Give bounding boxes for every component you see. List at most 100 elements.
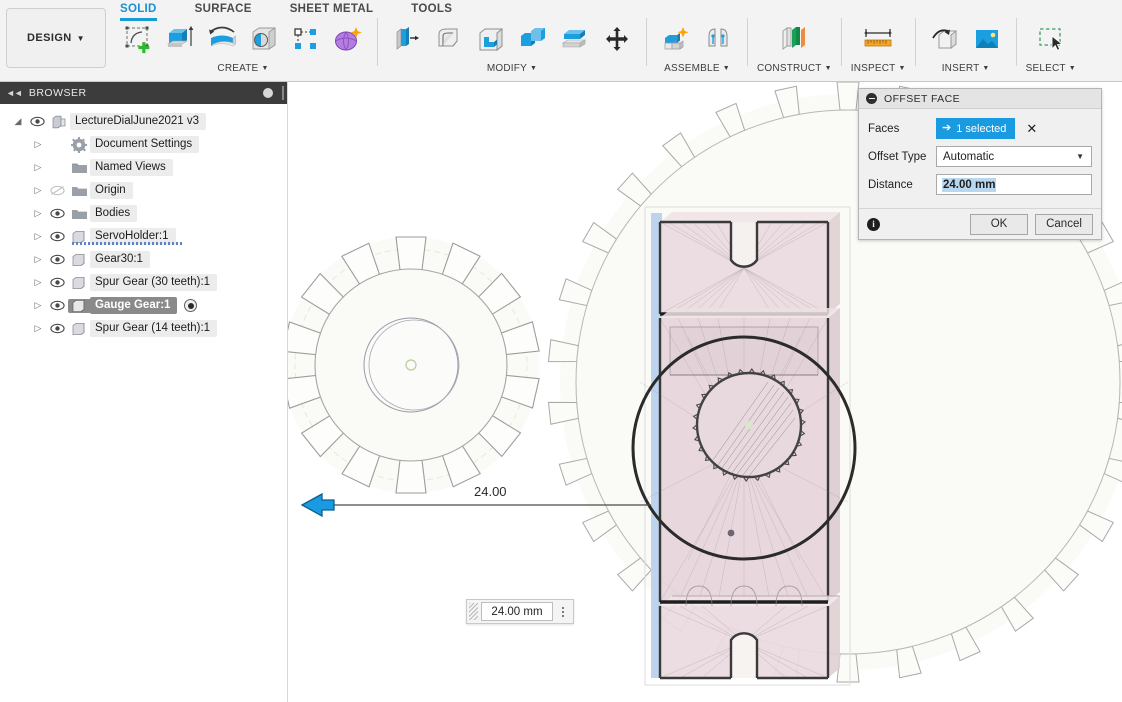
chevron-down-icon: ▼ xyxy=(982,65,990,72)
expand-arrow-icon[interactable]: ▷ xyxy=(30,185,46,196)
expand-arrow-icon[interactable]: ▷ xyxy=(30,231,46,242)
servo-holder-body xyxy=(631,206,857,686)
expand-arrow-icon[interactable]: ▷ xyxy=(30,300,46,311)
chevron-down-icon: ▼ xyxy=(1076,152,1084,161)
offset-face-dialog[interactable]: OFFSET FACE Faces ➔ 1 selected ✕ Offset … xyxy=(858,88,1102,240)
pattern-icon[interactable] xyxy=(286,18,326,60)
chevron-down-icon: ▼ xyxy=(261,65,269,72)
distance-input[interactable]: 24.00 mm xyxy=(936,174,1092,195)
visibility-eye-icon[interactable] xyxy=(46,254,68,265)
ribbon-group-inspect-label[interactable]: INSPECT ▼ xyxy=(851,63,906,74)
tab-solid[interactable]: SOLID xyxy=(120,0,157,21)
visibility-eye-icon[interactable] xyxy=(26,116,48,127)
tab-sheet-metal[interactable]: SHEET METAL xyxy=(290,0,374,20)
tree-node-label: Named Views xyxy=(90,159,173,176)
offset-face-icon[interactable] xyxy=(555,18,595,60)
measure-icon[interactable] xyxy=(858,18,898,60)
shell-icon[interactable] xyxy=(471,18,511,60)
joint-icon[interactable] xyxy=(698,18,738,60)
dialog-title-bar[interactable]: OFFSET FACE xyxy=(859,89,1101,109)
component-icon xyxy=(68,322,90,336)
chevron-down-icon: ▼ xyxy=(1068,65,1076,72)
offset-plane-icon[interactable] xyxy=(774,18,814,60)
new-component-icon[interactable] xyxy=(656,18,696,60)
faces-selection-count: 1 selected xyxy=(956,122,1007,135)
dimension-value-input[interactable]: 24.00 mm xyxy=(481,602,553,621)
ribbon-group-construct: CONSTRUCT ▼ xyxy=(757,18,832,80)
tree-node-gauge-gear[interactable]: ▷ Gauge Gear:1 xyxy=(0,294,287,317)
tree-node-spur-gear-14[interactable]: ▷ Spur Gear (14 teeth):1 xyxy=(0,317,287,340)
ok-button[interactable]: OK xyxy=(970,213,1028,235)
ribbon-group-assemble-label[interactable]: ASSEMBLE ▼ xyxy=(664,63,730,74)
ribbon-group-modify: MODIFY ▼ xyxy=(387,18,637,80)
visibility-eye-icon[interactable] xyxy=(46,208,68,219)
expand-arrow-icon[interactable]: ▷ xyxy=(30,162,46,173)
browser-minimize-icon[interactable] xyxy=(263,88,273,98)
ribbon-group-construct-label[interactable]: CONSTRUCT ▼ xyxy=(757,63,832,74)
faces-label: Faces xyxy=(868,122,900,135)
visibility-eye-icon[interactable] xyxy=(46,277,68,288)
faces-selection-chip[interactable]: ➔ 1 selected xyxy=(936,118,1016,139)
combine-icon[interactable] xyxy=(513,18,553,60)
ribbon-group-insert-label[interactable]: INSERT ▼ xyxy=(942,63,990,74)
collapse-dialog-icon[interactable] xyxy=(866,93,877,104)
ribbon-group-assemble: ASSEMBLE ▼ xyxy=(656,18,738,80)
visibility-eye-icon[interactable] xyxy=(46,231,68,242)
form-icon[interactable] xyxy=(328,18,368,60)
expand-arrow-icon[interactable]: ▷ xyxy=(30,208,46,219)
sweep-icon[interactable] xyxy=(244,18,284,60)
tree-node-label: Spur Gear (14 teeth):1 xyxy=(90,320,218,337)
press-pull-icon[interactable] xyxy=(387,18,427,60)
cancel-button[interactable]: Cancel xyxy=(1035,213,1093,235)
ribbon-group-select-label[interactable]: SELECT ▼ xyxy=(1026,63,1076,74)
insert-derive-icon[interactable] xyxy=(925,18,965,60)
tab-tools-label: TOOLS xyxy=(411,3,453,15)
tree-node-origin[interactable]: ▷ Origin xyxy=(0,179,287,202)
visibility-eye-hidden-icon[interactable] xyxy=(46,185,68,196)
expand-arrow-icon[interactable]: ▷ xyxy=(30,323,46,334)
expand-arrow-icon[interactable]: ▷ xyxy=(30,139,46,150)
tree-node-named-views[interactable]: ▷ Named Views xyxy=(0,156,287,179)
workspace-switcher-button[interactable]: DESIGN ▼ xyxy=(6,8,106,68)
ribbon-divider xyxy=(914,18,916,66)
extrude-icon[interactable] xyxy=(160,18,200,60)
folder-icon xyxy=(68,207,90,220)
visibility-eye-icon[interactable] xyxy=(46,300,68,311)
visibility-eye-icon[interactable] xyxy=(46,323,68,334)
ribbon-group-modify-label[interactable]: MODIFY ▼ xyxy=(487,63,537,74)
ribbon-group-insert: INSERT ▼ xyxy=(925,18,1007,80)
fillet-icon[interactable] xyxy=(429,18,469,60)
revolve-icon[interactable] xyxy=(202,18,242,60)
tree-node-label: Spur Gear (30 teeth):1 xyxy=(90,274,218,291)
insert-canvas-icon[interactable] xyxy=(967,18,1007,60)
expand-arrow-icon[interactable]: ▷ xyxy=(30,277,46,288)
ribbon-groups: CREATE ▼ MODIFY ▼ ASSEMBLE ▼ CONSTRUCT ▼… xyxy=(118,18,1076,80)
tree-node-spur-gear-30[interactable]: ▷ Spur Gear (30 teeth):1 xyxy=(0,271,287,294)
offset-type-label: Offset Type xyxy=(868,150,927,163)
tree-node-label: LectureDialJune2021 v3 xyxy=(70,113,207,130)
browser-resize-grip[interactable] xyxy=(282,86,284,100)
tree-node-servoholder[interactable]: ▷ ServoHolder:1 xyxy=(0,225,287,248)
activate-component-radio[interactable] xyxy=(184,299,198,312)
tab-surface[interactable]: SURFACE xyxy=(195,0,252,20)
ribbon-divider xyxy=(747,18,748,66)
tree-node-bodies[interactable]: ▷ Bodies xyxy=(0,202,287,225)
offset-type-select[interactable]: Automatic ▼ xyxy=(936,146,1092,167)
tab-tools[interactable]: TOOLS xyxy=(411,0,452,20)
move-copy-icon[interactable] xyxy=(597,18,637,60)
expand-arrow-icon[interactable]: ◢ xyxy=(10,116,26,127)
dimension-value-box[interactable]: 24.00 mm xyxy=(466,599,574,624)
clear-selection-icon[interactable]: ✕ xyxy=(1026,121,1037,137)
more-options-icon[interactable] xyxy=(555,606,571,617)
collapse-panel-icon[interactable]: ◄◄ xyxy=(6,88,23,98)
drag-grip-icon[interactable] xyxy=(469,603,478,620)
tree-node-gear30[interactable]: ▷ Gear30:1 xyxy=(0,248,287,271)
select-window-icon[interactable] xyxy=(1031,18,1071,60)
expand-arrow-icon[interactable]: ▷ xyxy=(30,254,46,265)
tree-node-document-settings[interactable]: ▷ Document Settings xyxy=(0,133,287,156)
ribbon-group-create-label[interactable]: CREATE ▼ xyxy=(217,63,268,74)
tree-node-root[interactable]: ◢ LectureDialJune2021 v3 xyxy=(0,110,287,133)
tree-node-label: ServoHolder:1 xyxy=(72,228,182,245)
info-icon[interactable]: i xyxy=(867,217,880,231)
create-sketch-icon[interactable] xyxy=(118,18,158,60)
